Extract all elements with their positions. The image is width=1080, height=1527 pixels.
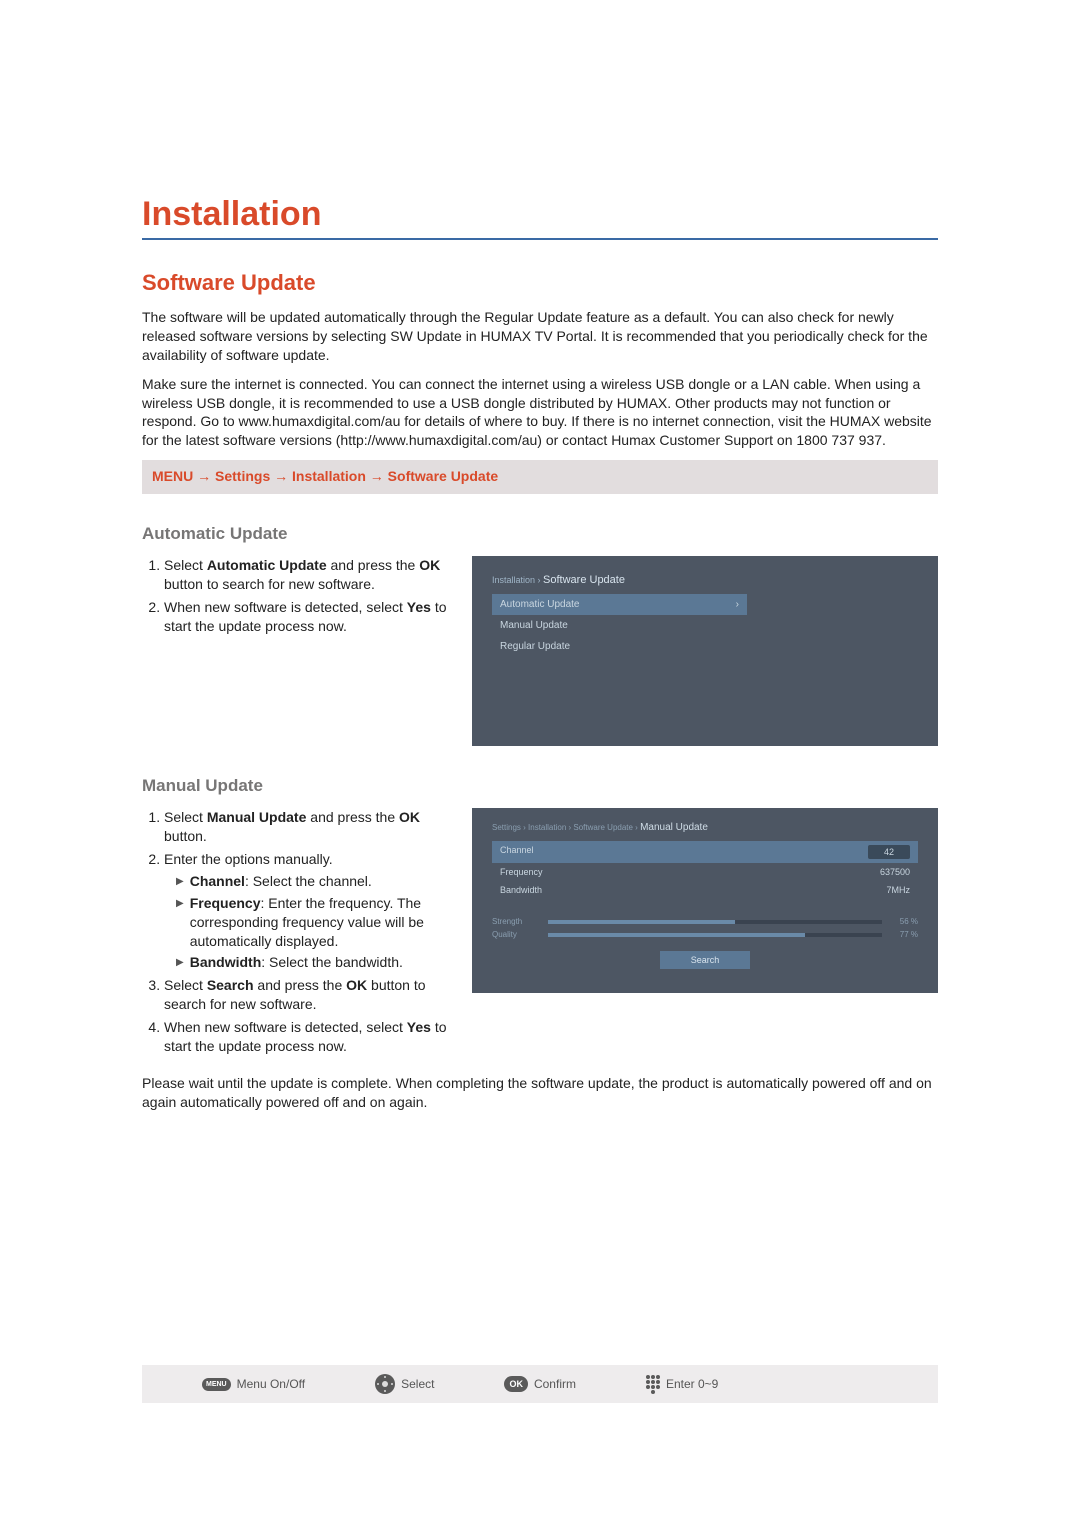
screen-menu-item: Manual Update: [492, 615, 747, 636]
screen-search-button: Search: [660, 951, 750, 969]
automatic-update-title: Automatic Update: [142, 524, 938, 544]
footer-label: Menu On/Off: [237, 1377, 305, 1391]
list-item: Select Automatic Update and press the OK…: [164, 556, 452, 594]
list-item: When new software is detected, select Ye…: [164, 598, 452, 636]
intro-paragraph-1: The software will be updated automatical…: [142, 308, 938, 365]
manual-update-title: Manual Update: [142, 776, 938, 796]
footer-item-select: Select: [375, 1374, 434, 1394]
footer-legend-bar: MENU Menu On/Off Select OK Confirm Enter…: [142, 1365, 938, 1403]
footer-item-confirm: OK Confirm: [504, 1376, 576, 1392]
intro-paragraph-2: Make sure the internet is connected. You…: [142, 375, 938, 451]
list-item: Select Manual Update and press the OK bu…: [164, 808, 452, 846]
screenshot-breadcrumb: Settings › Installation › Software Updat…: [492, 822, 918, 833]
manual-update-section: Manual Update Select Manual Update and p…: [142, 776, 938, 1111]
screen-menu-item-selected: Automatic Update: [492, 594, 747, 615]
nav-path-box: MENU → Settings → Installation → Softwar…: [142, 460, 938, 494]
screenshot-breadcrumb: Installation › Software Update: [492, 574, 918, 586]
footer-item-numpad: Enter 0~9: [646, 1375, 718, 1394]
signal-strength-row: Strength 56 %: [492, 917, 918, 926]
software-update-screenshot: Installation › Software Update Automatic…: [472, 556, 938, 746]
screen-menu-item: Regular Update: [492, 636, 747, 657]
screen-option-row: Bandwidth7MHz: [492, 881, 918, 899]
bullet-arrow-icon: ▶: [176, 897, 184, 951]
numpad-icon: [646, 1375, 660, 1394]
ok-button-icon: OK: [504, 1376, 528, 1392]
footer-label: Confirm: [534, 1377, 576, 1391]
footer-label: Select: [401, 1377, 434, 1391]
menu-button-icon: MENU: [202, 1378, 231, 1391]
footer-item-menu: MENU Menu On/Off: [202, 1377, 305, 1391]
list-item: Enter the options manually. ▶Channel: Se…: [164, 850, 452, 972]
automatic-steps-list: Select Automatic Update and press the OK…: [142, 556, 452, 636]
section-title: Software Update: [142, 270, 938, 296]
screen-option-row: Frequency637500: [492, 863, 918, 881]
automatic-update-section: Automatic Update Select Automatic Update…: [142, 524, 938, 746]
nav-cross-icon: [375, 1374, 395, 1394]
chapter-title: Installation: [142, 195, 938, 240]
manual-steps-list: Select Manual Update and press the OK bu…: [142, 808, 452, 1056]
manual-update-screenshot: Settings › Installation › Software Updat…: [472, 808, 938, 993]
list-item: Select Search and press the OK button to…: [164, 976, 452, 1014]
bullet-arrow-icon: ▶: [176, 875, 184, 891]
nav-path-text: MENU → Settings → Installation → Softwar…: [152, 468, 498, 484]
footer-label: Enter 0~9: [666, 1377, 718, 1391]
bullet-arrow-icon: ▶: [176, 956, 184, 972]
list-item: When new software is detected, select Ye…: [164, 1018, 452, 1056]
signal-quality-row: Quality 77 %: [492, 930, 918, 939]
closing-paragraph: Please wait until the update is complete…: [142, 1074, 938, 1112]
screen-option-row-selected: Channel42: [492, 841, 918, 863]
